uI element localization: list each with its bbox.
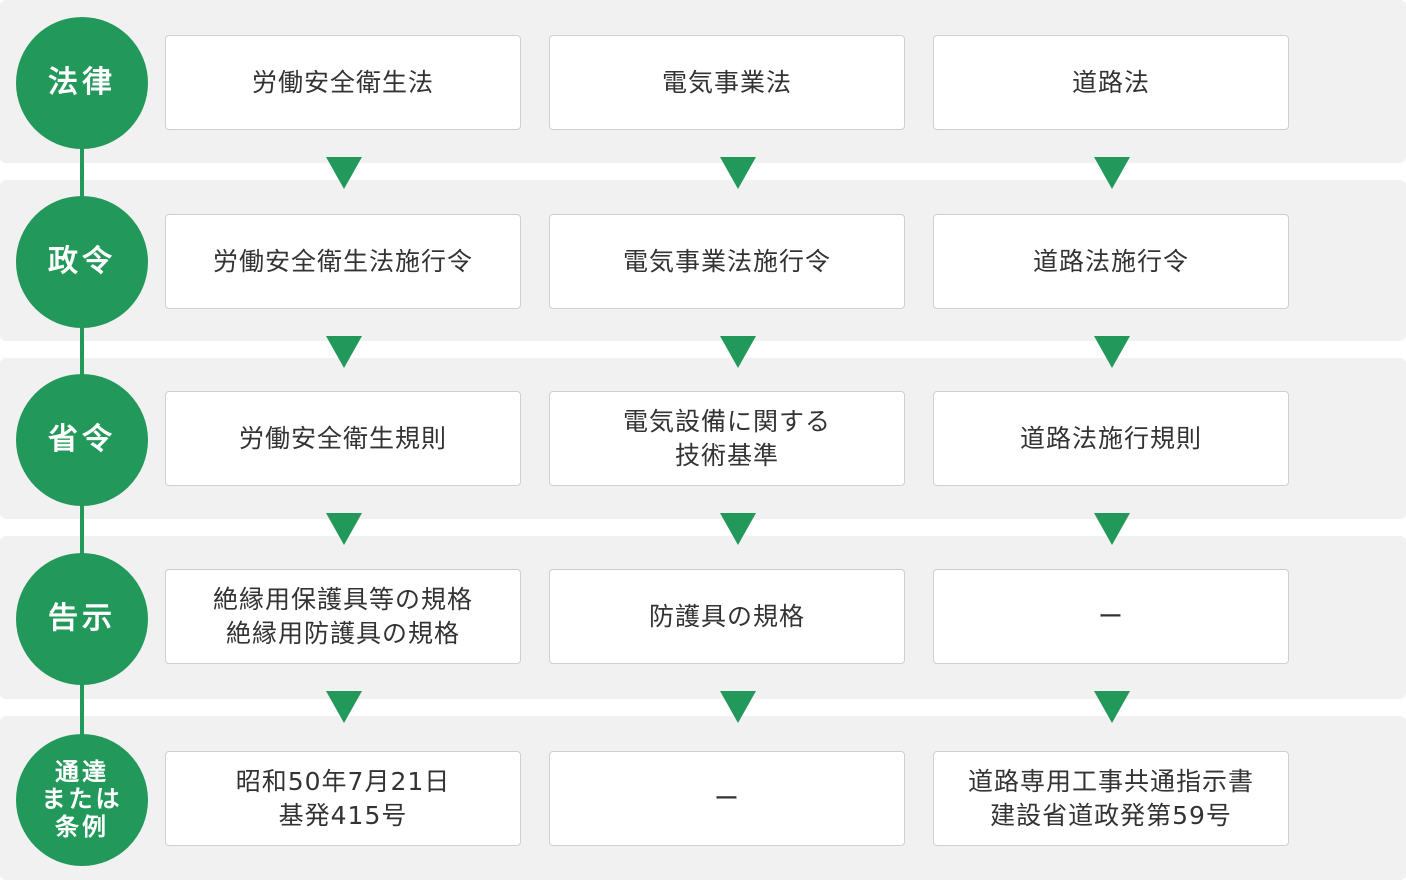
regulation-box: 電気設備に関する 技術基準	[549, 391, 905, 486]
regulation-box: 道路法施行規則	[933, 391, 1289, 486]
arrow-down-icon	[720, 513, 756, 545]
arrow-down-icon	[326, 513, 362, 545]
arrow-down-icon	[1094, 157, 1130, 189]
level-circle: 省令	[16, 374, 148, 506]
arrow-down-icon	[326, 157, 362, 189]
regulation-box: 電気事業法施行令	[549, 214, 905, 309]
arrow-down-icon	[1094, 691, 1130, 723]
regulation-box: 電気事業法	[549, 35, 905, 130]
level-circle: 告示	[16, 553, 148, 685]
arrow-down-icon	[720, 336, 756, 368]
regulation-box: 労働安全衛生法	[165, 35, 521, 130]
regulation-box: 労働安全衛生規則	[165, 391, 521, 486]
regulation-box: 道路法	[933, 35, 1289, 130]
level-circle: 政令	[16, 196, 148, 328]
arrow-down-icon	[326, 336, 362, 368]
arrow-down-icon	[1094, 336, 1130, 368]
level-circle: 法律	[16, 17, 148, 149]
regulation-box: 道路専用工事共通指示書 建設省道政発第59号	[933, 751, 1289, 846]
regulation-box: 昭和50年7月21日 基発415号	[165, 751, 521, 846]
regulation-box: 絶縁用保護具等の規格 絶縁用防護具の規格	[165, 569, 521, 664]
arrow-down-icon	[326, 691, 362, 723]
level-circle: 通達 または 条例	[16, 734, 148, 866]
regulation-box: ー	[933, 569, 1289, 664]
arrow-down-icon	[720, 157, 756, 189]
regulation-box: ー	[549, 751, 905, 846]
regulation-box: 労働安全衛生法施行令	[165, 214, 521, 309]
arrow-down-icon	[1094, 513, 1130, 545]
regulation-box: 防護具の規格	[549, 569, 905, 664]
regulation-box: 道路法施行令	[933, 214, 1289, 309]
arrow-down-icon	[720, 691, 756, 723]
